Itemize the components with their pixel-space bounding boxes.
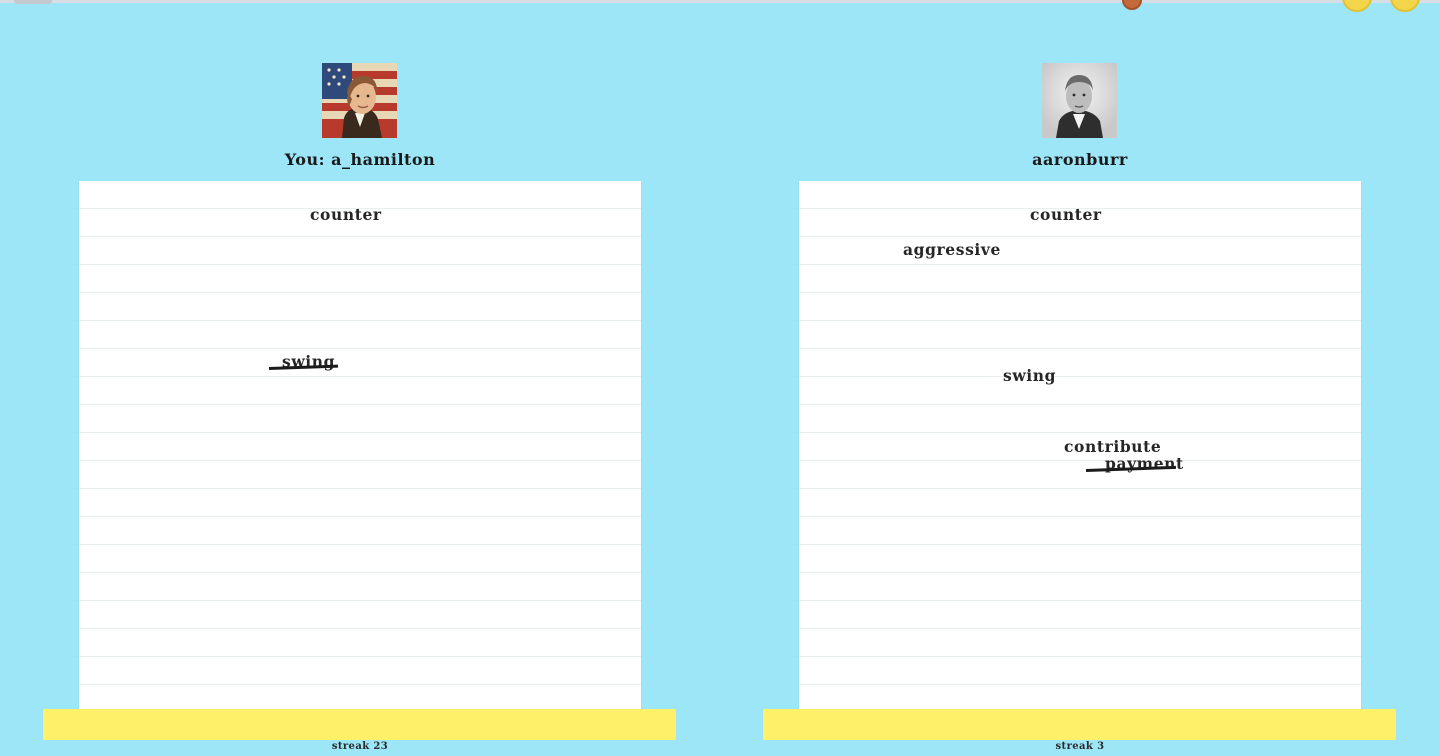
word-entry: aggressive (903, 240, 1001, 259)
word-entry: counter (310, 205, 382, 224)
player-panel-self: You: a_hamilton counter swing streak 23 (43, 0, 677, 756)
word-input-bar[interactable] (43, 709, 676, 740)
word-entry: counter (1030, 205, 1102, 224)
word-input-bar[interactable] (763, 709, 1396, 740)
word-paper: counter swing (79, 181, 641, 709)
burr-portrait-icon (1042, 63, 1117, 138)
streak-counter: streak 3 (1055, 741, 1105, 752)
hamilton-portrait-icon (322, 63, 397, 138)
word-entry: swing (1003, 366, 1057, 385)
player-name: aaronburr (1032, 150, 1128, 169)
player-name: You: a_hamilton (284, 150, 436, 169)
player-panel-opponent: aaronburr counter aggressive swing contr… (763, 0, 1397, 756)
word-paper: counter aggressive swing contribute paym… (799, 181, 1361, 709)
streak-counter: streak 23 (331, 741, 389, 752)
